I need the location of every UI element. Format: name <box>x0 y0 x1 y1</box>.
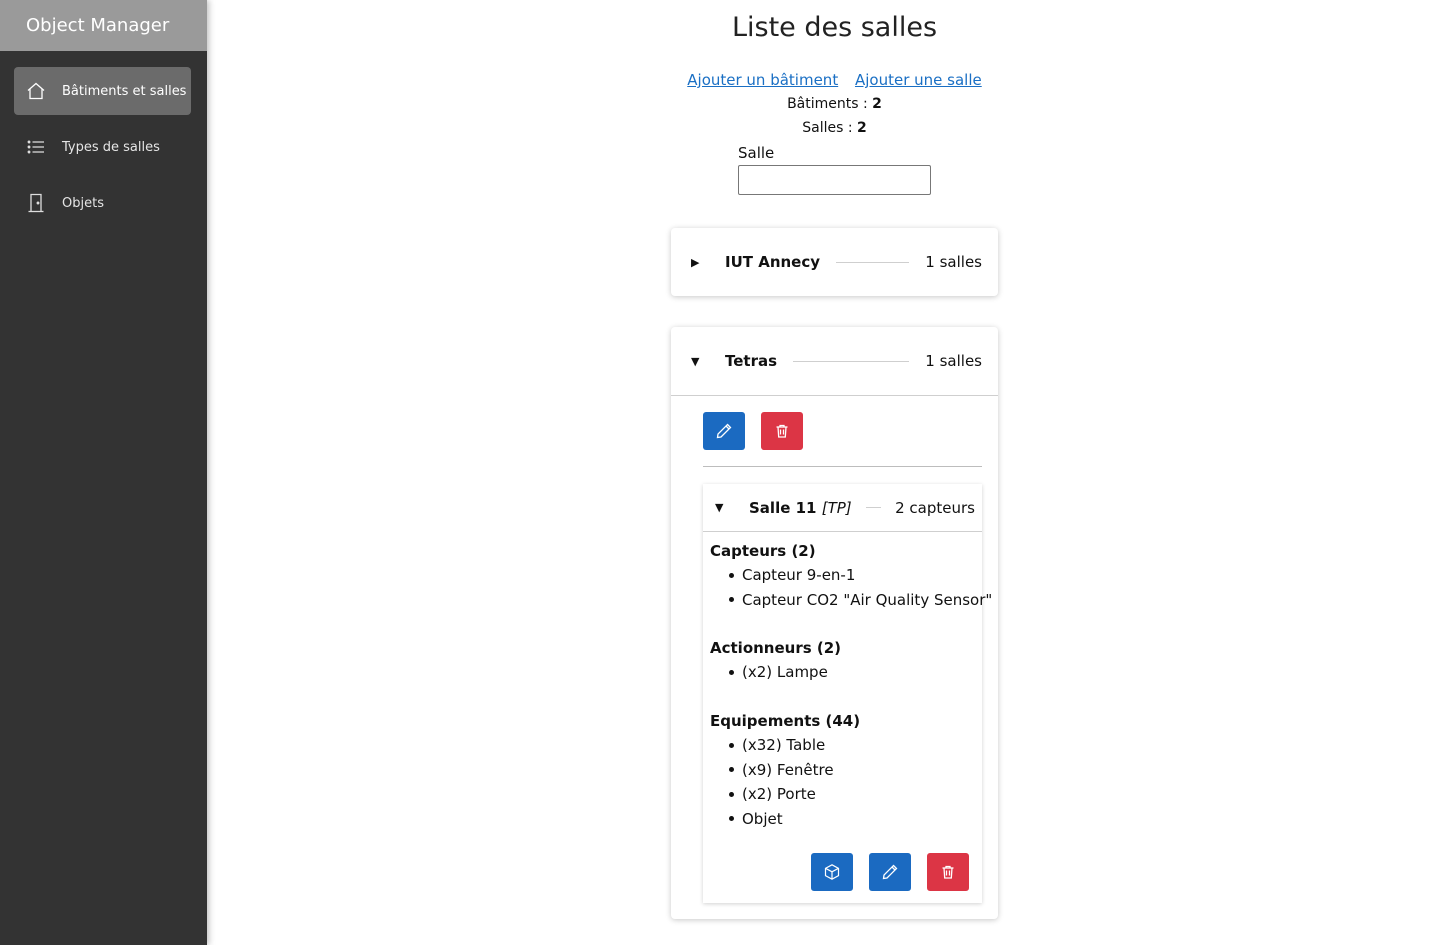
add-room-link[interactable]: Ajouter une salle <box>855 71 982 89</box>
building-room-count: 1 salles <box>925 352 982 370</box>
room-type: [TP] <box>821 498 852 517</box>
buildings-stat: Bâtiments : 2 <box>207 96 1455 112</box>
list-item: (x9) Fenêtre <box>710 758 834 783</box>
main-content: Liste des salles Ajouter un bâtiment Ajo… <box>207 0 1455 945</box>
page-title: Liste des salles <box>731 12 938 43</box>
equipment-title: Equipements (44) <box>710 712 861 730</box>
collapse-arrow-icon[interactable]: ▼ <box>691 355 705 368</box>
room-sensor-count: 2 capteurs <box>895 498 975 517</box>
rooms-stat-label: Salles : <box>802 120 853 136</box>
sidebar-nav: Bâtiments et salles Types de salles Obje… <box>0 51 207 227</box>
sensors-title: Capteurs (2) <box>710 542 816 560</box>
room-filter-label: Salle <box>738 144 775 162</box>
list-item: Capteur CO2 "Air Quality Sensor" <box>710 588 992 613</box>
list-item: (x32) Table <box>710 733 834 758</box>
divider <box>671 395 998 396</box>
room-name-text: Salle 11 <box>749 498 817 517</box>
list-item: Objet <box>710 807 834 832</box>
expand-arrow-icon[interactable]: ▶ <box>691 256 705 269</box>
list-item: (x2) Lampe <box>710 660 828 685</box>
room-card: ▼ Salle 11 [TP] 2 capteurs Capteurs (2) … <box>703 484 992 903</box>
sidebar-item-objects[interactable]: Objets <box>14 179 191 227</box>
list-item: Capteur 9-en-1 <box>710 563 992 588</box>
building-card: ▼ Tetras 1 salles ▼ Salle 11 [TP] 2 capt… <box>671 327 998 919</box>
sensors-list: Capteur 9-en-1 Capteur CO2 "Air Quality … <box>710 563 992 612</box>
edit-room-button[interactable] <box>869 853 911 891</box>
buildings-stat-value: 2 <box>872 96 882 112</box>
sidebar-item-label: Types de salles <box>62 139 160 155</box>
room-filter-input[interactable] <box>738 165 931 195</box>
sidebar: Object Manager Bâtiments et salles Types… <box>0 0 207 945</box>
delete-building-button[interactable] <box>761 412 803 450</box>
divider <box>865 507 882 508</box>
pencil-icon <box>882 864 898 880</box>
actuators-list: (x2) Lampe <box>710 660 828 685</box>
buildings-stat-label: Bâtiments : <box>787 96 868 112</box>
building-header[interactable]: ▼ Tetras 1 salles <box>671 327 998 395</box>
equipment-list: (x32) Table (x9) Fenêtre (x2) Porte Obje… <box>710 733 834 831</box>
home-icon <box>26 81 46 101</box>
collapse-arrow-icon[interactable]: ▼ <box>715 501 729 514</box>
list-icon <box>26 137 46 157</box>
sidebar-item-room-types[interactable]: Types de salles <box>14 123 191 171</box>
divider <box>836 261 910 263</box>
divider <box>703 466 982 467</box>
app-title: Object Manager <box>0 0 207 51</box>
room-objects-button[interactable] <box>811 853 853 891</box>
building-card: ▶ IUT Annecy 1 salles <box>671 228 998 296</box>
sidebar-item-buildings[interactable]: Bâtiments et salles <box>14 67 191 115</box>
building-room-count: 1 salles <box>925 253 982 271</box>
rooms-stat: Salles : 2 <box>207 120 1455 136</box>
add-building-link[interactable]: Ajouter un bâtiment <box>687 71 838 89</box>
building-header[interactable]: ▶ IUT Annecy 1 salles <box>671 228 998 296</box>
trash-icon <box>942 865 954 879</box>
door-icon <box>26 193 46 213</box>
room-name: Salle 11 [TP] <box>749 499 852 517</box>
delete-room-button[interactable] <box>927 853 969 891</box>
action-links: Ajouter un bâtiment Ajouter une salle <box>207 71 1455 89</box>
pencil-icon <box>716 423 732 439</box>
cube-icon <box>824 864 840 880</box>
sidebar-item-label: Objets <box>62 195 104 211</box>
building-name: Tetras <box>725 352 778 370</box>
sidebar-item-label: Bâtiments et salles <box>62 83 187 99</box>
trash-icon <box>776 424 788 438</box>
list-item: (x2) Porte <box>710 782 834 807</box>
building-name: IUT Annecy <box>725 253 821 271</box>
divider <box>793 360 910 362</box>
room-header[interactable]: ▼ Salle 11 [TP] 2 capteurs <box>703 484 982 532</box>
edit-building-button[interactable] <box>703 412 745 450</box>
rooms-stat-value: 2 <box>857 120 867 136</box>
actuators-title: Actionneurs (2) <box>710 639 842 657</box>
